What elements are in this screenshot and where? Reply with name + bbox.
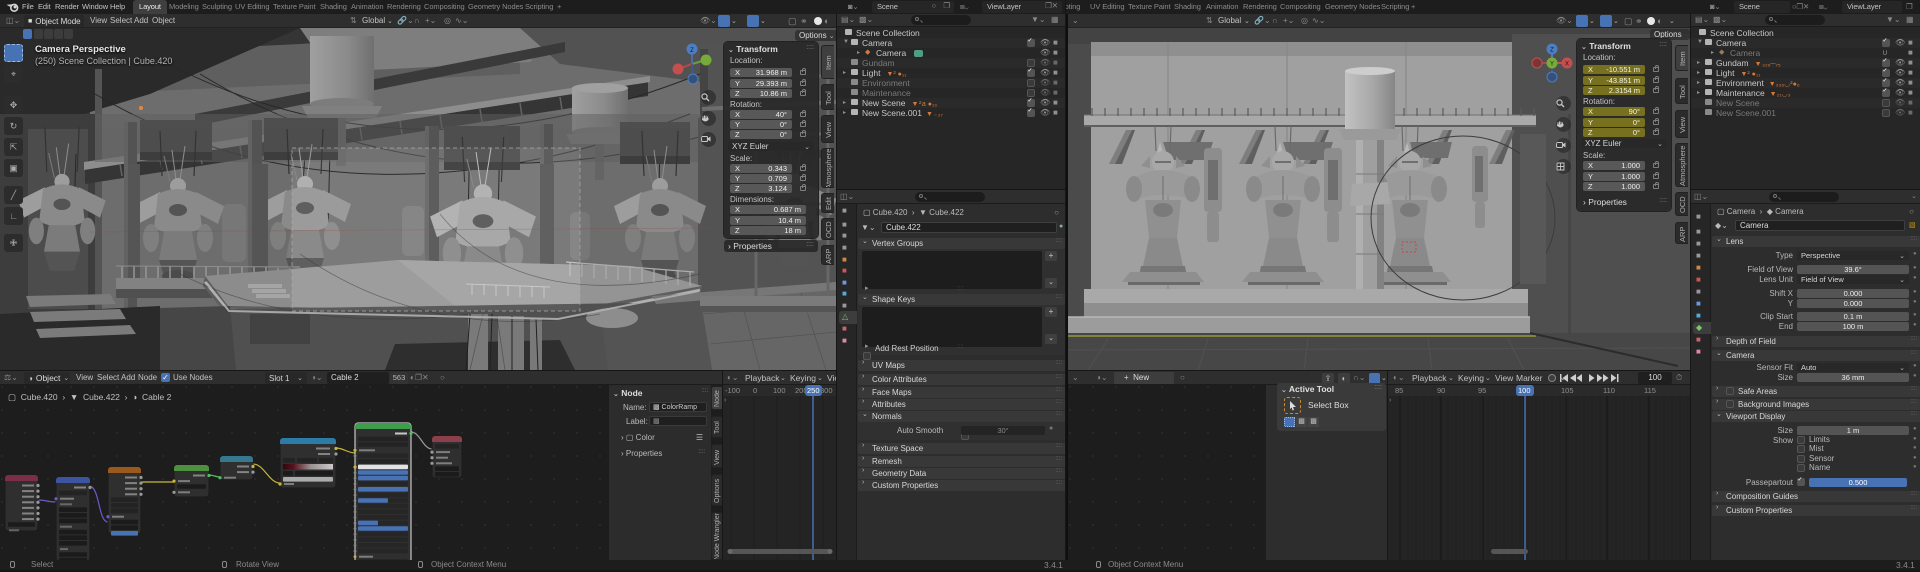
svg-text:Z: Z: [690, 48, 694, 54]
svg-text:Z: Z: [1550, 48, 1554, 54]
svg-text:Y: Y: [1550, 62, 1554, 68]
svg-text:X: X: [1565, 62, 1569, 68]
